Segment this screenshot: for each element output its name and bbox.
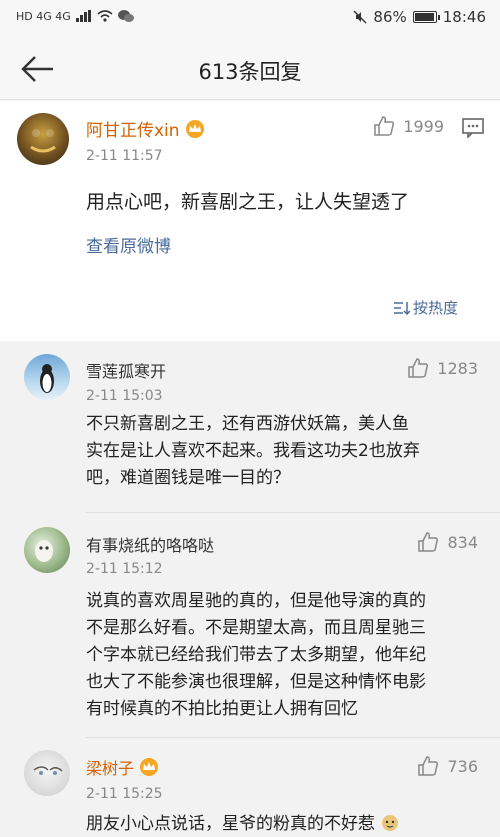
like-count: 1999 — [403, 116, 444, 136]
sort-button[interactable]: 按热度 — [393, 297, 458, 318]
reply-line: 个字本就已经给我们带去了太多期望，他年纪 — [86, 645, 426, 665]
thumbs-up-icon — [408, 358, 429, 378]
reply-line: 不只新喜剧之王，还有西游伏妖篇，美人鱼 — [86, 414, 409, 434]
like-count: 1283 — [437, 358, 478, 378]
like-button[interactable]: 834 — [417, 531, 478, 553]
thumbs-up-icon — [418, 756, 439, 776]
network-indicator: HD 4G 4G — [16, 9, 71, 23]
wifi-icon — [97, 10, 113, 22]
clock: 18:46 — [442, 8, 486, 26]
lion-dance-icon — [30, 129, 56, 153]
reply-time: 2-11 15:03 — [86, 388, 163, 404]
username[interactable]: 梁树子 — [86, 755, 134, 779]
comment-time: 2-11 11:57 — [86, 148, 163, 164]
comment-text: 用点心吧，新喜剧之王，让人失望透了 — [86, 191, 410, 213]
reply-item: 梁树子 2-11 15:25 736 朋友小心点说话，星爷的粉真的不好惹 — [0, 738, 500, 837]
reply-text: 说真的喜欢周星驰的真的，但是他导演的真的 不是那么好看。不是期望太高，而且周星驰… — [86, 588, 481, 723]
battery-level — [414, 13, 434, 21]
sketch-face-icon — [33, 766, 63, 775]
doge-emoji-icon — [382, 815, 399, 831]
reply-text: 朋友小心点说话，星爷的粉真的不好惹 — [86, 811, 481, 837]
username[interactable]: 雪莲孤寒开 — [86, 358, 166, 382]
reply-line: 也大了不能参演也很理解，但是这种情怀电影 — [86, 672, 426, 692]
main-comment: 阿甘正传xin 2-11 11:57 1999 用点心吧，新喜剧之王，让人失望透… — [0, 101, 500, 341]
avatar[interactable] — [24, 750, 70, 796]
nav-bar: 613条回复 — [0, 38, 500, 100]
view-original-link[interactable]: 查看原微博 — [86, 232, 171, 257]
reply-line: 吧，难道圈钱是唯一目的？ — [86, 468, 290, 488]
penguin-icon — [40, 364, 54, 393]
thumbs-up-icon — [374, 116, 395, 136]
battery-percent: 86% — [373, 8, 407, 26]
wechat-icon — [117, 10, 134, 22]
like-button[interactable]: 1999 — [373, 115, 444, 137]
avatar[interactable] — [24, 527, 70, 573]
thumbs-up-icon — [418, 532, 439, 552]
like-button[interactable]: 1283 — [407, 357, 478, 379]
signal-icon — [75, 10, 91, 22]
reply-item: 雪莲孤寒开 2-11 15:03 1283 不只新喜剧之王，还有西游伏妖篇，美人… — [0, 341, 500, 513]
reply-line: 朋友小心点说话，星爷的粉真的不好惹 — [86, 814, 375, 834]
reply-time: 2-11 15:25 — [86, 786, 163, 802]
reply-time: 2-11 15:12 — [86, 561, 163, 577]
reply-item: 有事烧纸的咯咯哒 2-11 15:12 834 说真的喜欢周星驰的真的，但是他导… — [0, 513, 500, 738]
avatar[interactable] — [17, 113, 69, 165]
reply-line: 不是那么好看。不是期望太高，而且周星驰三 — [86, 618, 426, 638]
status-bar: HD 4G 4G 86% 18:46 — [0, 0, 500, 38]
comment-icon[interactable] — [462, 118, 484, 138]
vip-crown-icon — [185, 119, 204, 138]
like-count: 736 — [447, 756, 478, 776]
page-title: 613条回复 — [198, 60, 302, 84]
reply-line: 有时候真的不拍比拍更让人拥有回忆 — [86, 699, 358, 719]
mute-icon — [353, 10, 367, 24]
username[interactable]: 阿甘正传xin — [86, 116, 180, 141]
battery-icon — [412, 11, 440, 23]
vip-crown-icon — [140, 758, 159, 776]
sort-icon — [393, 301, 410, 315]
sort-label: 按热度 — [412, 299, 458, 317]
like-button[interactable]: 736 — [417, 755, 478, 777]
reply-line: 实在是让人喜欢不起来。我看这功夫2也放弃 — [86, 441, 420, 461]
reply-text: 不只新喜剧之王，还有西游伏妖篇，美人鱼 实在是让人喜欢不起来。我看这功夫2也放弃… — [86, 411, 481, 492]
like-count: 834 — [447, 532, 478, 552]
reply-line: 说真的喜欢周星驰的真的，但是他导演的真的 — [86, 591, 426, 611]
username[interactable]: 有事烧纸的咯咯哒 — [86, 532, 214, 556]
avatar[interactable] — [24, 354, 70, 400]
cartoon-icon — [35, 540, 53, 562]
